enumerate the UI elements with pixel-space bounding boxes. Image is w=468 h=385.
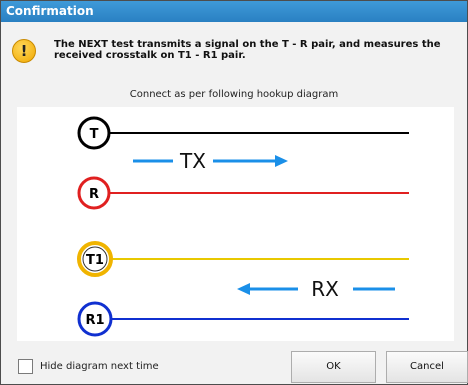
- message-text: The NEXT test transmits a signal on the …: [54, 39, 441, 61]
- hookup-diagram: T TX R T1 RX R1: [17, 107, 454, 341]
- hookup-diagram-svg: T TX R T1 RX R1: [77, 116, 409, 337]
- tx-arrowhead-icon: [275, 155, 288, 167]
- terminal-r-label: R: [89, 187, 99, 202]
- cancel-button[interactable]: Cancel: [386, 351, 468, 383]
- rx-label: RX: [311, 277, 339, 301]
- hide-diagram-checkbox[interactable]: [18, 358, 33, 374]
- hide-diagram-label[interactable]: Hide diagram next time: [40, 361, 159, 372]
- terminal-t-label: T: [90, 127, 99, 142]
- hookup-instruction: Connect as per following hookup diagram: [129, 89, 339, 100]
- exclamation-icon: !: [12, 39, 36, 63]
- confirmation-dialog: Confirmation ! The NEXT test transmits a…: [0, 0, 468, 385]
- dialog-footer: Hide diagram next time OK Cancel: [1, 345, 468, 385]
- terminal-t1-label: T1: [86, 253, 104, 268]
- ok-button[interactable]: OK: [291, 351, 376, 383]
- dialog-title: Confirmation: [1, 1, 467, 22]
- terminal-r1-label: R1: [85, 313, 104, 328]
- hide-diagram-option[interactable]: Hide diagram next time: [18, 358, 159, 374]
- rx-arrowhead-icon: [237, 283, 250, 295]
- tx-label: TX: [179, 149, 206, 173]
- message-row: ! The NEXT test transmits a signal on th…: [1, 31, 467, 71]
